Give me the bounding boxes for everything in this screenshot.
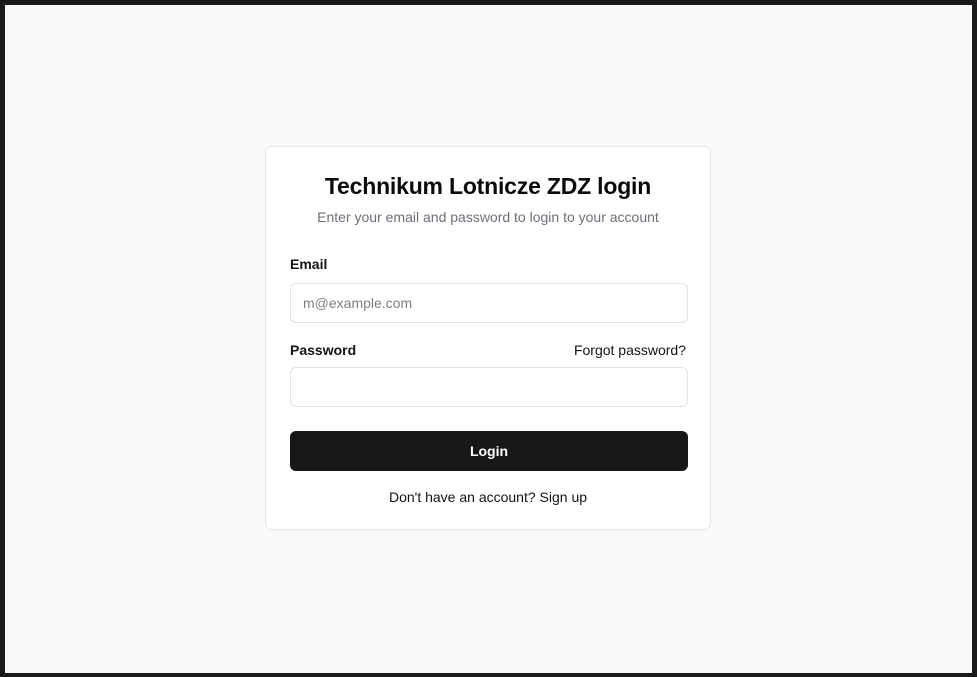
page-subtitle: Enter your email and password to login t… — [317, 209, 659, 225]
page-background: Technikum Lotnicze ZDZ login Enter your … — [5, 5, 972, 673]
signup-prompt: Don't have an account? — [388, 489, 536, 505]
email-field[interactable] — [290, 283, 688, 323]
password-field[interactable] — [290, 367, 688, 407]
password-label: Password — [290, 342, 357, 358]
page-title: Technikum Lotnicze ZDZ login — [324, 173, 652, 199]
login-button[interactable]: Login — [290, 431, 688, 471]
signup-row: Don't have an account? Sign up — [266, 489, 710, 505]
signup-link[interactable]: Sign up — [540, 489, 587, 505]
email-label: Email — [290, 256, 328, 272]
login-card: Technikum Lotnicze ZDZ login Enter your … — [265, 146, 711, 530]
forgot-password-link[interactable]: Forgot password? — [574, 342, 686, 358]
